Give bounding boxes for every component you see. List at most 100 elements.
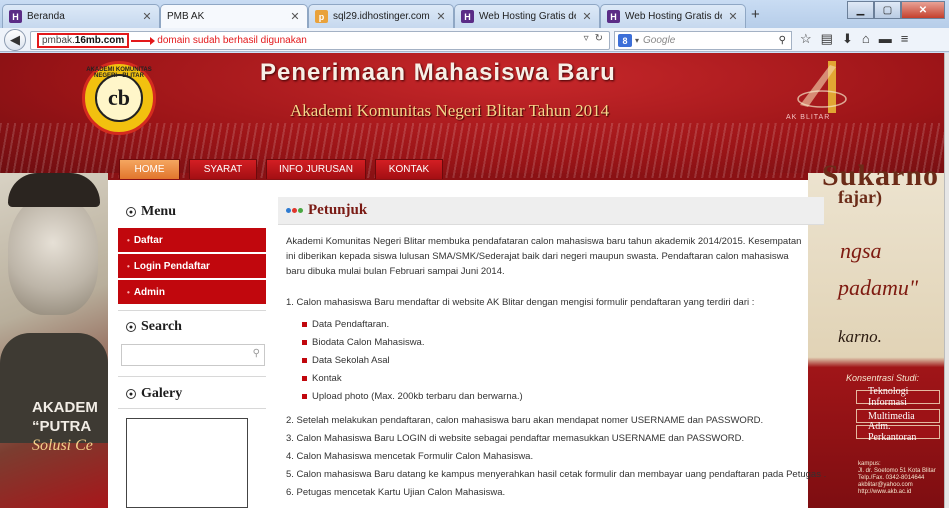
nav-syarat[interactable]: SYARAT: [189, 159, 257, 179]
menu-item-login-pendaftar[interactable]: • Login Pendaftar: [118, 254, 266, 278]
circle-bullet-icon: ●: [126, 389, 136, 399]
tab-pmb-ak[interactable]: PMB AK ✕: [160, 4, 308, 28]
tab-label: PMB AK: [167, 11, 205, 22]
menu-item-admin[interactable]: • Admin: [118, 280, 266, 304]
reload-icon[interactable]: ↻: [595, 33, 603, 44]
divider: [118, 408, 266, 409]
menu-item-label: Admin: [133, 286, 165, 298]
content-heading-bar: Petunjuk: [278, 197, 824, 225]
right-banner-quote: padamu": [838, 275, 919, 300]
tab-web-hosting-2[interactable]: H Web Hosting Gratis denga... ✕: [600, 4, 746, 28]
magnifier-icon[interactable]: ⚲: [779, 35, 786, 46]
close-icon[interactable]: ✕: [141, 10, 153, 23]
step-1-item-label: Kontak: [312, 373, 342, 384]
search-engine-icon[interactable]: 8: [618, 34, 632, 47]
bookmark-star-icon[interactable]: ☆: [800, 31, 812, 47]
tab-phpmyadmin[interactable]: p sql29.idhostinger.com / lo... ✕: [308, 4, 454, 28]
sidebar-search-input[interactable]: [122, 346, 242, 365]
url-highlight-box: pmbak. 16mb.com: [37, 33, 130, 48]
gallery-image-frame[interactable]: [126, 418, 248, 508]
tab-label: Web Hosting Gratis denga...: [479, 11, 576, 22]
nav-info-jurusan[interactable]: INFO JURUSAN: [266, 159, 366, 179]
download-icon[interactable]: ⬇: [842, 31, 853, 47]
chevron-down-icon[interactable]: ▾: [635, 36, 639, 45]
phpmyadmin-icon: p: [315, 10, 328, 23]
hosting-icon: H: [9, 10, 22, 23]
close-icon[interactable]: ✕: [435, 10, 447, 23]
tab-label: Web Hosting Gratis denga...: [625, 11, 722, 22]
annotation-text: domain sudah berhasil digunakan: [157, 35, 307, 46]
menu-heading: ● Menu: [126, 204, 176, 220]
menu-item-label: Login Pendaftar: [133, 260, 210, 272]
web-page: AKADEMI KOMUNITAS NEGERI · BLITAR cb Pen…: [0, 53, 944, 508]
bookmarks-list-icon[interactable]: ▤: [821, 31, 833, 47]
step-1-item: Data Pendaftaran.: [302, 319, 389, 330]
brand-text: AK BLITAR: [786, 114, 831, 121]
portrait-cap: [8, 173, 100, 207]
step-1-item: Biodata Calon Mahasiswa.: [302, 337, 424, 348]
search-heading-label: Search: [141, 319, 182, 334]
tab-label: Beranda: [27, 11, 65, 22]
dropdown-icon[interactable]: ▿: [584, 33, 589, 44]
step-1: 1. Calon mahasiswa Baru mendaftar di web…: [286, 297, 755, 308]
close-icon[interactable]: ✕: [581, 10, 593, 23]
portrait-face: [8, 195, 98, 315]
step-6: 6. Petugas mencetak Kartu Ujian Calon Ma…: [286, 487, 506, 498]
square-bullet-icon: [302, 358, 307, 363]
left-banner-line: AKADEM: [32, 399, 98, 416]
tab-beranda[interactable]: H Beranda ✕: [2, 4, 160, 28]
page-scrollbar[interactable]: [944, 53, 949, 508]
sidebar: ● Menu • Daftar • Login Pendaftar • Admi…: [118, 180, 268, 508]
maximize-button[interactable]: ▢: [874, 1, 901, 19]
right-banner-signature: karno.: [838, 327, 882, 346]
logo-text: AKADEMI KOMUNITAS NEGERI · BLITAR: [86, 67, 152, 79]
tab-web-hosting-1[interactable]: H Web Hosting Gratis denga... ✕: [454, 4, 600, 28]
main-navigation: HOME SYARAT INFO JURUSAN KONTAK: [119, 159, 443, 179]
close-icon[interactable]: ✕: [727, 10, 739, 23]
search-bar[interactable]: 8 ▾ Google ⚲: [614, 31, 792, 50]
step-1-item-label: Biodata Calon Mahasiswa.: [312, 337, 425, 348]
galery-heading: ● Galery: [126, 386, 182, 402]
step-1-item: Upload photo (Max. 200kb terbaru dan ber…: [302, 391, 523, 402]
close-window-button[interactable]: ✕: [901, 1, 945, 19]
left-banner-text: AKADEM “PUTRA Solusi Ce: [32, 398, 98, 455]
step-2: 2. Setelah melakukan pendaftaran, calon …: [286, 415, 764, 426]
search-icon[interactable]: ⚲: [253, 348, 260, 359]
logo-emblem: cb: [95, 74, 143, 122]
step-3: 3. Calon Mahasiswa Baru LOGIN di website…: [286, 433, 745, 444]
step-1-item-label: Data Pendaftaran.: [312, 319, 390, 330]
menu-icon[interactable]: ≡: [901, 31, 909, 47]
right-banner-quote: ngsa: [840, 238, 882, 263]
right-banner-subname: fajar): [838, 187, 882, 207]
content-title: Petunjuk: [308, 202, 368, 218]
step-1-item: Kontak: [302, 373, 342, 384]
left-banner-line: Solusi Ce: [32, 437, 93, 454]
menu-heading-label: Menu: [141, 204, 176, 219]
square-bullet-icon: [302, 322, 307, 327]
square-bullet-icon: [302, 394, 307, 399]
url-prefix: pmbak.: [42, 35, 75, 46]
sidebar-search-box: ⚲: [121, 344, 265, 366]
search-heading: ● Search: [126, 319, 182, 335]
url-bar[interactable]: pmbak. 16mb.com domain sudah berhasil dig…: [30, 31, 610, 50]
galery-heading-label: Galery: [141, 386, 183, 401]
college-logo: AKADEMI KOMUNITAS NEGERI · BLITAR cb: [82, 61, 156, 135]
new-tab-button[interactable]: +: [751, 6, 760, 23]
menu-item-daftar[interactable]: • Daftar: [118, 228, 266, 252]
left-banner-line: “PUTRA: [32, 418, 92, 435]
circle-bullet-icon: ●: [126, 322, 136, 332]
bullet-icon: •: [127, 287, 130, 297]
annotation-arrow: [131, 36, 156, 45]
navigation-bar: ◀ pmbak. 16mb.com domain sudah berhasil d…: [0, 28, 949, 52]
hosting-icon: H: [461, 10, 474, 23]
site-title: Penerimaan Mahasiswa Baru: [260, 59, 616, 86]
step-4: 4. Calon Mahasiswa mencetak Formulir Cal…: [286, 451, 534, 462]
minimize-button[interactable]: ▁: [847, 1, 874, 19]
close-icon[interactable]: ✕: [289, 10, 301, 23]
divider: [118, 310, 266, 311]
folder-icon[interactable]: ▬: [879, 31, 892, 47]
nav-kontak[interactable]: KONTAK: [375, 159, 443, 179]
nav-home[interactable]: HOME: [119, 159, 180, 179]
back-button[interactable]: ◀: [4, 29, 26, 51]
home-icon[interactable]: ⌂: [862, 31, 870, 47]
